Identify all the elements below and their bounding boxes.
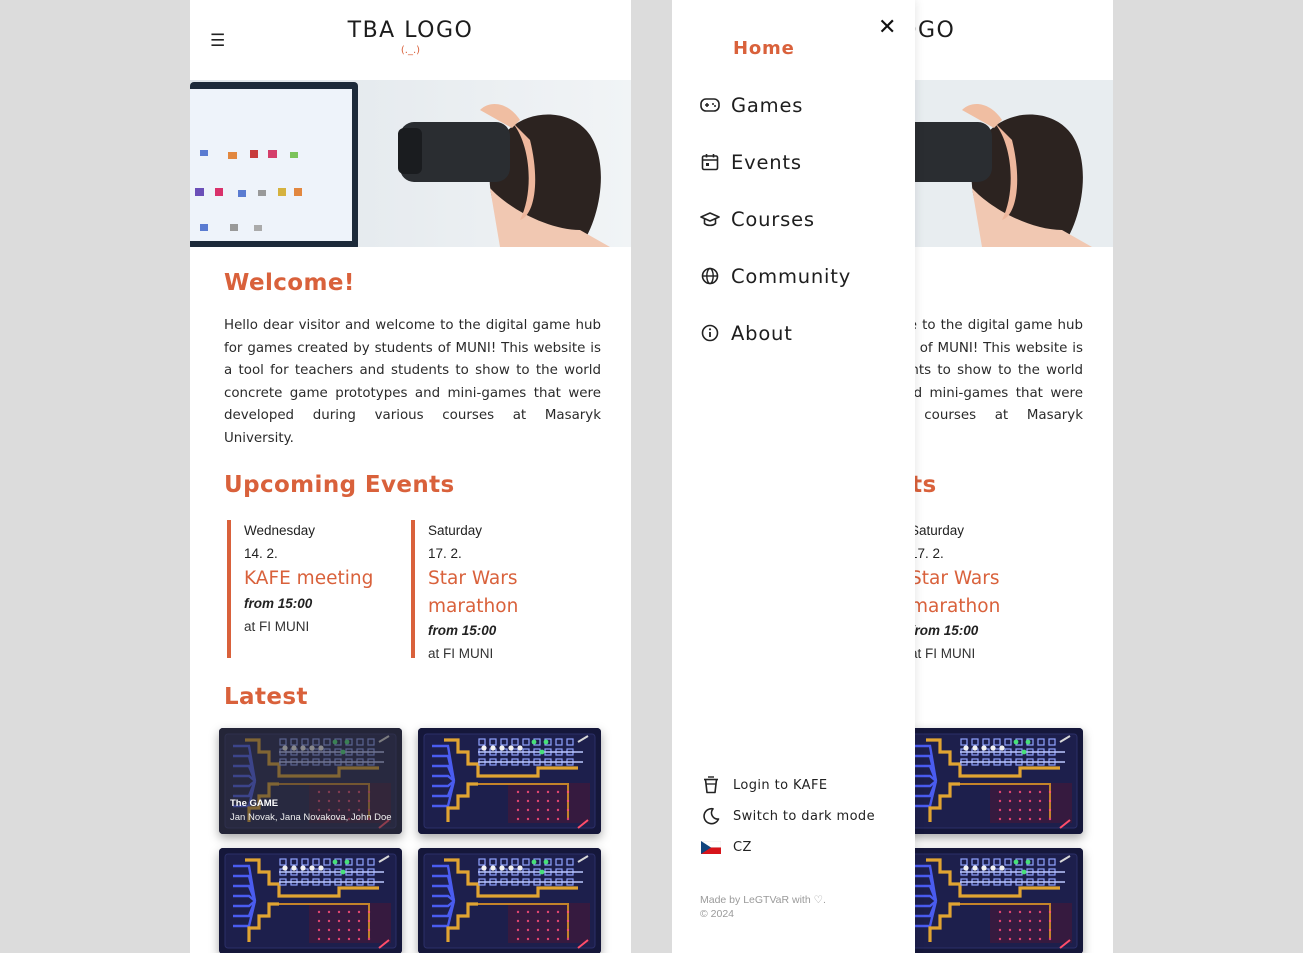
util-label: Switch to dark mode [733,808,875,824]
homepage-with-menu-screen: TBA LOGO Welcome! Hello dear visitor and… [672,0,1113,953]
welcome-text: Hello dear visitor and welcome to the di… [224,318,601,446]
nav-item-courses[interactable]: Courses [699,204,815,234]
nav-label: Games [731,93,804,117]
event-name[interactable]: Star Wars marathon [428,565,581,620]
event-day: Saturday [910,523,965,538]
homepage-screen: ☰ TBA LOGO (._.) Welcome! Hello dear vis… [190,0,631,953]
event-day: Saturday [428,523,483,538]
moon-icon [701,806,721,826]
event-name[interactable]: Star Wars marathon [910,565,1063,620]
logo[interactable]: TBA LOGO (._.) [190,18,631,56]
nav-item-community[interactable]: Community [699,261,851,291]
card-title: The GAME [230,798,279,809]
info-icon [699,322,721,344]
card-authors: Jan Novak, Jana Novakova, John Doe [230,812,392,823]
event-date: 14. 2. [244,545,278,561]
globe-icon [699,265,721,287]
nav-label: Events [731,150,802,174]
game-card[interactable] [900,848,1083,953]
event-time: from 15:00 [910,623,979,639]
header: ☰ TBA LOGO (._.) [190,0,631,80]
footer-year: © 2024 [700,908,735,920]
nav-item-games[interactable]: Games [699,90,803,120]
nav-label: Courses [731,207,815,231]
event-time: from 15:00 [428,623,497,639]
event-place: at FI MUNI [244,618,310,634]
event-name[interactable]: KAFE meeting [244,565,397,593]
event-item[interactable]: Wednesday 14. 2. KAFE meeting from 15:00… [227,520,397,658]
event-item[interactable]: Saturday 17. 2. Star Wars marathon from … [411,520,581,661]
logo-text: TBA LOGO [347,18,474,43]
welcome-title: Welcome! [224,270,355,296]
logo-face: (._.) [400,45,421,56]
nav-label: About [731,321,793,345]
game-card[interactable] [900,728,1083,834]
cup-icon [701,775,721,795]
event-time: from 15:00 [244,595,313,611]
close-icon[interactable]: ✕ [878,15,896,40]
event-item[interactable]: Saturday 17. 2. Star Wars marathon from … [893,520,1063,661]
event-place: at FI MUNI [910,646,976,662]
latest-title: Latest [224,684,308,710]
czech-flag-icon [701,837,721,857]
nav-label: Community [731,264,852,288]
game-card[interactable]: The GAME Jan Novak, Jana Novakova, John … [219,728,402,834]
footer-credit: Made by LeGTVaR with ♡. [700,894,826,906]
nav-item-about[interactable]: About [699,318,793,348]
gamepad-icon [699,94,721,116]
event-place: at FI MUNI [428,646,494,662]
game-card[interactable] [418,728,601,834]
util-label: Login to KAFE [733,777,828,793]
login-kafe-button[interactable]: Login to KAFE [701,774,827,796]
event-day: Wednesday [244,523,316,538]
util-label: CZ [733,839,752,855]
nav-item-events[interactable]: Events [699,147,802,177]
game-card[interactable] [219,848,402,953]
graduation-cap-icon [699,208,721,230]
navigation-drawer: ✕ Home Games Events Courses Community Ab… [672,0,915,953]
event-date: 17. 2. [910,545,944,561]
upcoming-events-title: Upcoming Events [224,472,455,498]
nav-item-home[interactable]: Home [733,33,795,63]
hero-image [190,80,631,247]
calendar-icon [699,151,721,173]
dark-mode-toggle[interactable]: Switch to dark mode [701,805,875,827]
nav-label: Home [733,37,795,59]
language-switch[interactable]: CZ [701,836,752,858]
event-date: 17. 2. [428,545,462,561]
game-card[interactable] [418,848,601,953]
